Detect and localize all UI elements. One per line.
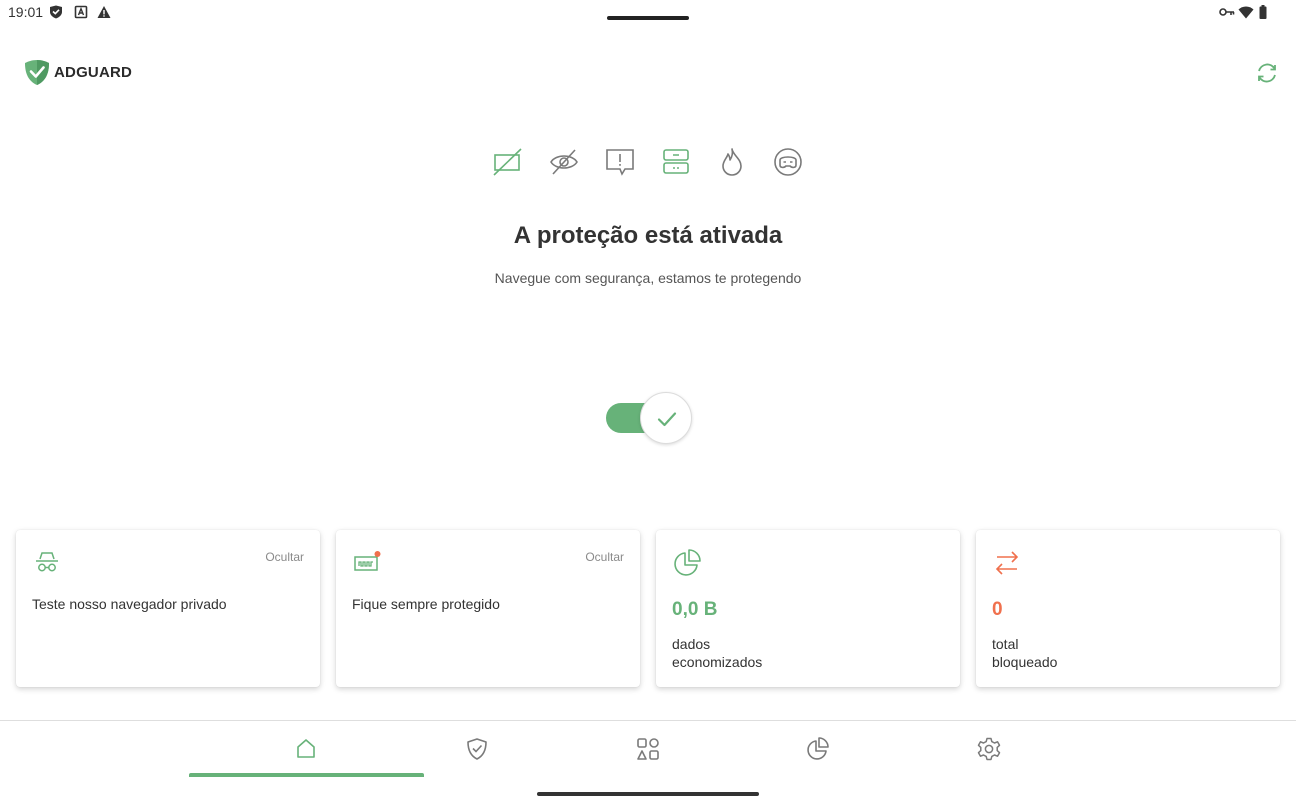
check-icon (657, 412, 677, 427)
camera-notch-pill (607, 16, 689, 20)
status-time: 19:01 (8, 4, 44, 20)
label-line: total (992, 636, 1019, 652)
brand-name: ADGUARD (54, 64, 133, 81)
a-box-icon (74, 5, 88, 19)
toggle-knob (640, 392, 692, 444)
protection-features (492, 146, 812, 178)
browsing-security-icon (774, 148, 802, 176)
card-private-browser[interactable]: Ocultar Teste nosso navegador privado (16, 530, 320, 687)
wifi-icon (1238, 6, 1254, 19)
data-saved-value: 0,0 B (672, 599, 718, 620)
card-data-saved[interactable]: 0,0 B dados economizados (656, 530, 960, 687)
protection-icon[interactable] (463, 735, 491, 763)
status-bar: 19:01 (0, 0, 1296, 26)
hide-button[interactable]: Ocultar (585, 550, 624, 564)
label-line: bloqueado (992, 654, 1058, 670)
spy-icon (36, 552, 58, 572)
transfer-icon (995, 551, 1019, 575)
hide-button[interactable]: Ocultar (265, 550, 304, 564)
pie-chart-icon (674, 549, 701, 576)
total-blocked-label: total bloqueado (992, 635, 1057, 671)
refresh-icon[interactable] (1254, 60, 1280, 86)
license-icon (354, 551, 381, 571)
warning-icon (97, 6, 111, 18)
battery-icon (1259, 5, 1267, 19)
protection-status-subtitle: Navegue com segurança, estamos te proteg… (494, 270, 802, 286)
dns-icon (663, 149, 689, 174)
card-text: Fique sempre protegido (352, 596, 500, 612)
adguard-logo (25, 60, 49, 85)
settings-icon[interactable] (975, 735, 1003, 763)
apps-icon[interactable] (634, 735, 662, 763)
key-icon (1219, 8, 1235, 16)
nav-active-indicator (189, 773, 424, 777)
gesture-home-bar[interactable] (537, 792, 759, 796)
card-license[interactable]: Ocultar Fique sempre protegido (336, 530, 640, 687)
home-icon[interactable] (292, 735, 320, 763)
ad-block-icon (493, 148, 522, 176)
protection-toggle[interactable] (604, 392, 694, 444)
label-line: dados (672, 636, 711, 652)
statistics-icon[interactable] (804, 735, 832, 763)
firewall-icon (722, 148, 742, 176)
nav-divider (0, 720, 1296, 721)
card-text: Teste nosso navegador privado (32, 596, 227, 612)
protection-status-title: A proteção está ativada (513, 222, 783, 249)
tracking-icon (550, 149, 578, 175)
shield-icon (50, 5, 62, 19)
data-saved-label: dados economizados (672, 635, 762, 671)
screen: 19:01 ADGUARD A proteção está ativada Na… (0, 0, 1296, 810)
card-total-blocked[interactable]: 0 total bloqueado (976, 530, 1280, 687)
annoyance-icon (606, 149, 634, 176)
label-line: economizados (672, 654, 763, 670)
total-blocked-value: 0 (992, 599, 1003, 620)
